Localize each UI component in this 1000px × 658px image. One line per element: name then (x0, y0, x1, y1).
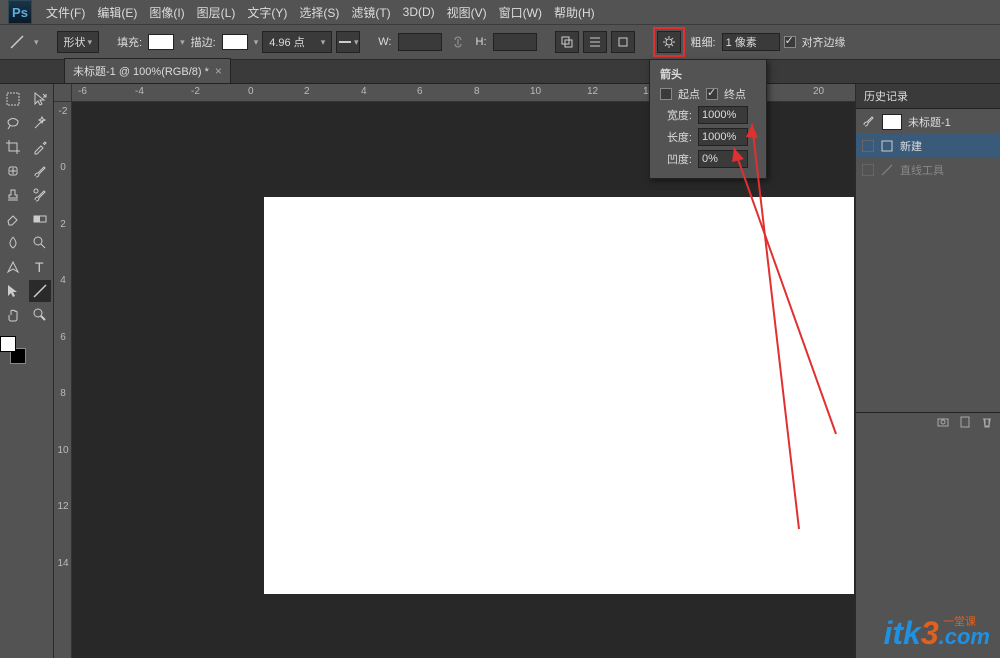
dropdown-title: 箭头 (660, 66, 756, 82)
path-select-tool[interactable] (2, 280, 24, 302)
svg-text:T: T (35, 259, 44, 275)
concavity-label: 凹度: (660, 151, 692, 167)
dodge-tool[interactable] (29, 232, 51, 254)
gear-button[interactable] (657, 31, 681, 53)
type-tool[interactable]: T (29, 256, 51, 278)
end-label: 终点 (724, 86, 746, 102)
stroke-label: 描边: (191, 34, 216, 50)
link-wh[interactable] (446, 31, 470, 53)
menu-window[interactable]: 窗口(W) (493, 4, 548, 21)
height-input[interactable] (493, 33, 537, 51)
foreground-color[interactable] (0, 336, 16, 352)
stroke-width-input[interactable]: 4.96 点▾ (262, 31, 332, 53)
weight-label: 粗细: (691, 34, 716, 50)
move-tool[interactable] (29, 88, 51, 110)
menu-view[interactable]: 视图(V) (441, 4, 493, 21)
history-step-line[interactable]: 直线工具 (856, 158, 1000, 182)
crop-tool[interactable] (2, 136, 24, 158)
menu-edit[interactable]: 编辑(E) (91, 4, 143, 21)
line-tool[interactable] (29, 280, 51, 302)
menu-type[interactable]: 文字(Y) (241, 4, 293, 21)
document-tab[interactable]: 未标题-1 @ 100%(RGB/8) * × (64, 58, 231, 83)
app-logo: Ps (8, 0, 32, 24)
arrow-length-input[interactable] (698, 128, 748, 146)
menu-bar: Ps 文件(F) 编辑(E) 图像(I) 图层(L) 文字(Y) 选择(S) 滤… (0, 0, 1000, 24)
history-panel-tab[interactable]: 历史记录 (856, 84, 1000, 109)
align-edges-checkbox[interactable] (784, 36, 796, 48)
tab-close-icon[interactable]: × (215, 64, 222, 78)
document-tabs: 未标题-1 @ 100%(RGB/8) * × (0, 60, 1000, 84)
history-step-label: 新建 (900, 138, 922, 154)
menu-layer[interactable]: 图层(L) (191, 4, 242, 21)
history-doc[interactable]: 未标题-1 (856, 109, 1000, 134)
eyedropper-tool[interactable] (29, 136, 51, 158)
wand-tool[interactable] (29, 112, 51, 134)
width-label: 宽度: (660, 107, 692, 123)
canvas[interactable] (264, 197, 854, 594)
brush-icon (862, 113, 876, 130)
menu-select[interactable]: 选择(S) (293, 4, 345, 21)
toolbox: T (0, 84, 54, 658)
tool-preset-drop[interactable]: ▾ (34, 37, 39, 48)
history-brush-tool[interactable] (29, 184, 51, 206)
fill-label: 填充: (117, 34, 142, 50)
new-snapshot-icon[interactable] (936, 415, 950, 434)
brush-tool[interactable] (29, 160, 51, 182)
w-label: W: (378, 36, 391, 48)
menu-help[interactable]: 帮助(H) (548, 4, 601, 21)
new-icon (880, 139, 894, 153)
stroke-style[interactable]: ▾ (336, 31, 360, 53)
weight-input[interactable] (722, 33, 780, 51)
stroke-swatch[interactable] (222, 34, 248, 50)
blur-tool[interactable] (2, 232, 24, 254)
menu-3d[interactable]: 3D(D) (397, 5, 441, 19)
path-arrange[interactable] (611, 31, 635, 53)
ruler-vertical: -2 0 2 4 6 8 10 12 14 (54, 102, 72, 658)
pen-tool[interactable] (2, 256, 24, 278)
history-step-label: 直线工具 (900, 162, 944, 178)
arrow-width-input[interactable] (698, 106, 748, 124)
tab-title: 未标题-1 @ 100%(RGB/8) * (73, 63, 209, 79)
new-doc-icon[interactable] (958, 415, 972, 434)
arrow-concavity-input[interactable] (698, 150, 748, 168)
align-edges-label: 对齐边缘 (802, 34, 846, 50)
options-bar: ▾ 形状▾ 填充: ▾ 描边: ▾ 4.96 点▾ ▾ W: H: 粗细: 对齐… (0, 24, 1000, 60)
arrow-options-dropdown: 箭头 起点 终点 宽度: 长度: 凹度: (649, 60, 767, 179)
end-checkbox[interactable] (706, 88, 718, 100)
lasso-tool[interactable] (2, 112, 24, 134)
path-ops[interactable] (555, 31, 579, 53)
gradient-tool[interactable] (29, 208, 51, 230)
stamp-tool[interactable] (2, 184, 24, 206)
marquee-tool[interactable] (2, 88, 24, 110)
length-label: 长度: (660, 129, 692, 145)
history-step-new[interactable]: 新建 (856, 134, 1000, 158)
start-label: 起点 (678, 86, 700, 102)
h-label: H: (476, 36, 487, 48)
right-panels: 历史记录 未标题-1 新建 直线工具 (855, 84, 1000, 658)
trash-icon[interactable] (980, 415, 994, 434)
eraser-tool[interactable] (2, 208, 24, 230)
color-swatches[interactable] (0, 336, 26, 364)
path-align[interactable] (583, 31, 607, 53)
history-thumb (882, 114, 902, 130)
line-icon (880, 163, 894, 177)
zoom-tool[interactable] (29, 304, 51, 326)
hand-tool[interactable] (2, 304, 24, 326)
watermark: 一堂课 itk3.com (884, 615, 991, 652)
mode-select[interactable]: 形状▾ (57, 31, 100, 53)
menu-file[interactable]: 文件(F) (40, 4, 91, 21)
menu-image[interactable]: 图像(I) (143, 4, 190, 21)
width-input[interactable] (398, 33, 442, 51)
start-checkbox[interactable] (660, 88, 672, 100)
ruler-corner (54, 84, 72, 102)
tool-icon-line (6, 31, 28, 53)
panel-footer (856, 412, 1000, 436)
healing-tool[interactable] (2, 160, 24, 182)
fill-swatch[interactable] (148, 34, 174, 50)
menu-filter[interactable]: 滤镜(T) (345, 4, 396, 21)
history-doc-label: 未标题-1 (908, 114, 951, 130)
